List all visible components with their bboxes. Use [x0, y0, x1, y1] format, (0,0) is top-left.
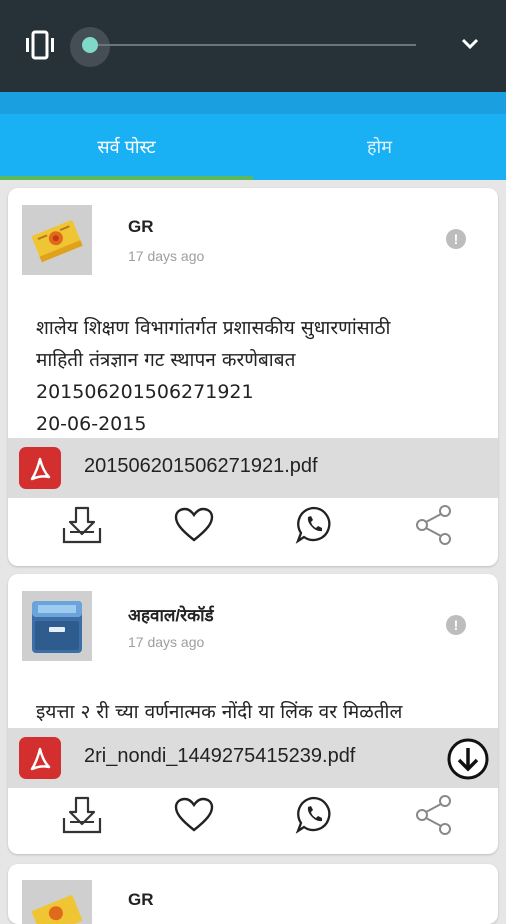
pdf-icon	[19, 737, 61, 783]
info-icon[interactable]: !	[446, 229, 466, 249]
post-title: GR	[128, 217, 154, 236]
attachment-filename[interactable]: 2ri_nondi_1449275415239.pdf	[84, 745, 355, 768]
whatsapp-icon[interactable]	[289, 500, 339, 550]
whatsapp-icon[interactable]	[289, 790, 339, 840]
post-time: 17 days ago	[128, 248, 205, 264]
attachment-row[interactable]: 2ri_nondi_1449275415239.pdf	[8, 728, 498, 788]
tab-bar: सर्व पोस्ट होम	[0, 114, 506, 180]
chevron-down-icon[interactable]	[459, 34, 481, 58]
download-circle-icon[interactable]	[446, 737, 490, 785]
gr-document-icon	[22, 205, 92, 275]
post-actions	[8, 500, 498, 550]
vibrate-icon[interactable]	[22, 28, 58, 66]
heart-icon[interactable]	[169, 790, 219, 840]
volume-slider-thumb[interactable]	[82, 37, 98, 53]
post-body: इयत्ता २ री च्या वर्णनात्मक नोंदी या लिं…	[36, 701, 403, 723]
heart-icon[interactable]	[169, 500, 219, 550]
gr-document-icon	[22, 880, 92, 924]
post-body: शालेय शिक्षण विभागांतर्गत प्रशासकीय सुधा…	[36, 317, 391, 435]
post-time: 17 days ago	[128, 634, 205, 650]
volume-panel	[0, 0, 506, 92]
post-card[interactable]: GR	[8, 864, 498, 924]
info-icon[interactable]: !	[446, 615, 466, 635]
share-icon[interactable]	[409, 500, 459, 550]
download-icon[interactable]	[57, 790, 107, 840]
tab-indicator	[0, 176, 253, 180]
attachment-filename[interactable]: 201506201506271921.pdf	[84, 455, 318, 478]
share-icon[interactable]	[409, 790, 459, 840]
post-title: अहवाल/रेकॉर्ड	[128, 606, 214, 625]
pdf-icon	[19, 447, 61, 493]
attachment-row[interactable]: 201506201506271921.pdf	[8, 438, 498, 498]
download-icon[interactable]	[57, 500, 107, 550]
tab-all-posts[interactable]: सर्व पोस्ट	[0, 114, 253, 180]
app-bar	[0, 92, 506, 114]
tab-home[interactable]: होम	[253, 114, 506, 180]
post-title: GR	[128, 890, 154, 909]
post-card[interactable]: GR 17 days ago ! शालेय शिक्षण विभागांतर्…	[8, 188, 498, 566]
post-card[interactable]: अहवाल/रेकॉर्ड 17 days ago ! इयत्ता २ री …	[8, 574, 498, 854]
volume-slider-track[interactable]	[98, 44, 416, 46]
file-cabinet-icon	[22, 591, 92, 661]
post-actions	[8, 790, 498, 840]
